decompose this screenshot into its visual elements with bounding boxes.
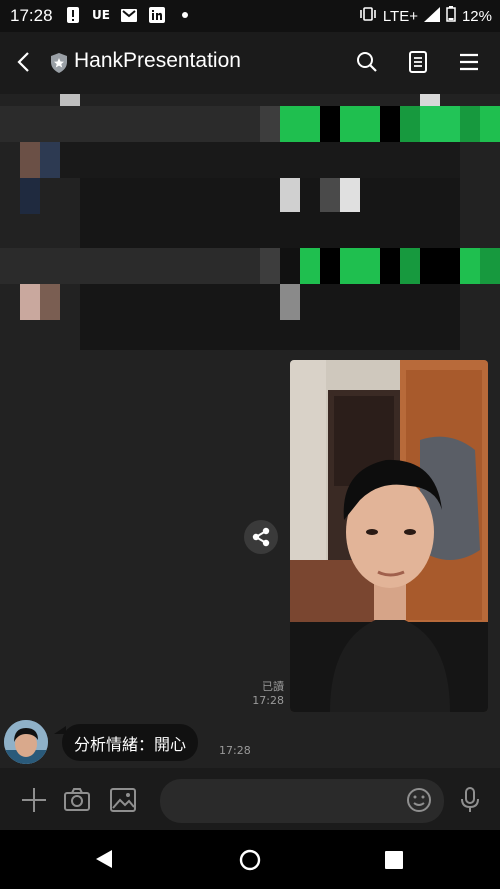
redacted-block [60,94,80,106]
linkedin-icon [148,6,166,24]
shield-icon [50,52,68,74]
camera-icon[interactable] [63,786,91,814]
read-label: 已讀 [262,680,284,693]
redacted-block [280,106,320,142]
redacted-block [20,284,40,320]
menu-icon[interactable] [457,50,481,74]
nav-recents-icon[interactable] [385,851,403,873]
gallery-icon[interactable] [109,786,137,814]
redacted-block [340,106,380,142]
battery-icon [446,6,456,26]
redacted-block [380,248,400,284]
redacted-block [280,178,300,212]
search-icon[interactable] [355,50,379,74]
input-bar [0,768,500,830]
mic-icon[interactable] [456,786,484,814]
chat-area[interactable]: 已讀 17:28 分析情緒：開心 17:28 [0,94,500,768]
system-nav-bar [0,830,500,889]
network-type: LTE+ [382,7,418,25]
redacted-block [340,248,380,284]
dot-icon [176,6,194,24]
redacted-block [280,248,300,284]
incoming-message-bubble[interactable]: 分析情緒：開心 [62,724,199,761]
notification-icons: UE [64,6,194,24]
status-bar: 17:28 UE LTE+ 12% [0,0,500,32]
mail-icon [120,6,138,24]
incoming-message-text: 分析情緒：開心 [74,734,187,754]
read-receipt: 已讀 17:28 [252,680,284,708]
sent-photo[interactable] [290,360,488,712]
nav-home-icon[interactable] [239,849,261,875]
redacted-block [420,94,440,106]
redacted-block [40,142,60,178]
redacted-block [300,248,320,284]
vibrate-icon [359,7,377,25]
battery-level: 12% [461,7,492,25]
redacted-block [480,106,500,142]
redacted-block [320,106,340,142]
emoji-icon[interactable] [405,786,433,814]
plus-icon[interactable] [20,786,48,814]
share-icon[interactable] [244,520,278,554]
redacted-block [480,248,500,284]
redacted-block [460,106,480,142]
image-timestamp: 17:28 [252,694,284,707]
redacted-block [460,248,480,284]
redacted-block [320,178,340,212]
clock: 17:28 [10,6,53,25]
redacted-block [400,248,420,284]
ue-icon: UE [92,8,110,22]
redacted-block [40,284,60,320]
redacted-block [420,106,460,142]
system-icons: LTE+ 12% [359,6,492,26]
back-icon[interactable] [14,50,36,74]
redacted-block [280,284,300,320]
redacted-block [60,142,460,178]
redacted-block [20,178,40,214]
redacted-block [380,106,400,142]
message-input[interactable] [160,779,444,823]
redacted-block [80,178,460,248]
redacted-block [260,106,280,142]
notes-icon[interactable] [406,50,430,74]
nav-back-icon[interactable] [94,849,114,873]
chat-title: HankPresentation [74,49,241,72]
redacted-block [340,178,360,212]
redacted-block [20,142,40,178]
redacted-block [260,248,280,284]
chat-header: HankPresentation [0,32,500,94]
alert-icon [64,6,82,24]
redacted-block [420,248,460,284]
redacted-block [80,284,460,350]
avatar[interactable] [4,720,48,764]
redacted-block [400,106,420,142]
incoming-timestamp: 17:28 [219,744,251,757]
redacted-block [320,248,340,284]
signal-icon [423,6,440,26]
